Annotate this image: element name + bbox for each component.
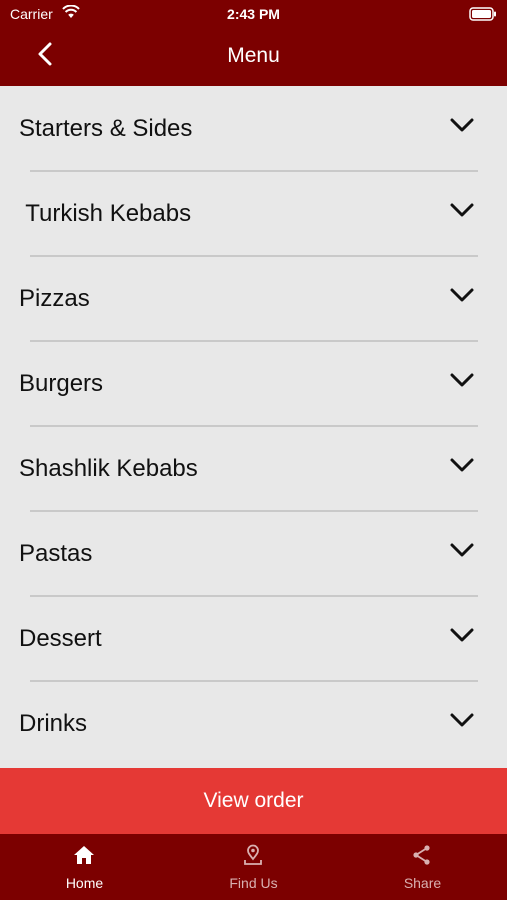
chevron-down-icon (449, 116, 475, 134)
share-icon (410, 844, 434, 866)
menu-category-label: Pastas (19, 540, 93, 567)
view-order-button[interactable]: View order (0, 768, 507, 834)
menu-category-label: Burgers (19, 370, 104, 397)
menu-category-label: Drinks (19, 710, 88, 737)
menu-category-label: Turkish Kebabs (19, 200, 192, 227)
tab-bar: Home Find Us Share (0, 834, 507, 900)
chevron-down-icon (449, 371, 475, 389)
menu-category-turkish-kebabs[interactable]: Turkish Kebabs (0, 171, 507, 256)
tab-find-us[interactable]: Find Us (169, 834, 338, 900)
tab-label: Find Us (229, 875, 278, 891)
tab-label: Share (403, 875, 442, 891)
location-pin-icon (241, 844, 265, 866)
chevron-down-icon (449, 286, 475, 304)
nav-bar: Menu (0, 28, 507, 86)
menu-category-pastas[interactable]: Pastas (0, 511, 507, 596)
menu-category-label: Dessert (19, 625, 102, 652)
status-bar: Carrier 2:43 PM (0, 0, 507, 28)
menu-category-dessert[interactable]: Dessert (0, 596, 507, 681)
chevron-down-icon (449, 456, 475, 474)
home-icon (72, 844, 96, 866)
status-time: 2:43 PM (227, 6, 280, 22)
menu-category-label: Pizzas (19, 285, 90, 312)
menu-category-drinks[interactable]: Drinks (0, 681, 507, 766)
chevron-down-icon (449, 201, 475, 219)
tab-share[interactable]: Share (338, 834, 507, 900)
menu-category-list: Starters & Sides Turkish Kebabs Pizzas B… (0, 86, 507, 768)
menu-category-label: Shashlik Kebabs (19, 455, 198, 482)
menu-category-pizzas[interactable]: Pizzas (0, 256, 507, 341)
chevron-down-icon (449, 626, 475, 644)
page-title: Menu (227, 44, 280, 67)
chevron-down-icon (449, 541, 475, 559)
header: Carrier 2:43 PM Menu (0, 0, 507, 86)
menu-category-starters-sides[interactable]: Starters & Sides (0, 86, 507, 171)
tab-label: Home (65, 875, 104, 891)
menu-category-shashlik-kebabs[interactable]: Shashlik Kebabs (0, 426, 507, 511)
menu-category-label: Starters & Sides (19, 115, 193, 142)
chevron-down-icon (449, 711, 475, 729)
tab-home[interactable]: Home (0, 834, 169, 900)
menu-category-burgers[interactable]: Burgers (0, 341, 507, 426)
battery-icon (469, 7, 497, 24)
